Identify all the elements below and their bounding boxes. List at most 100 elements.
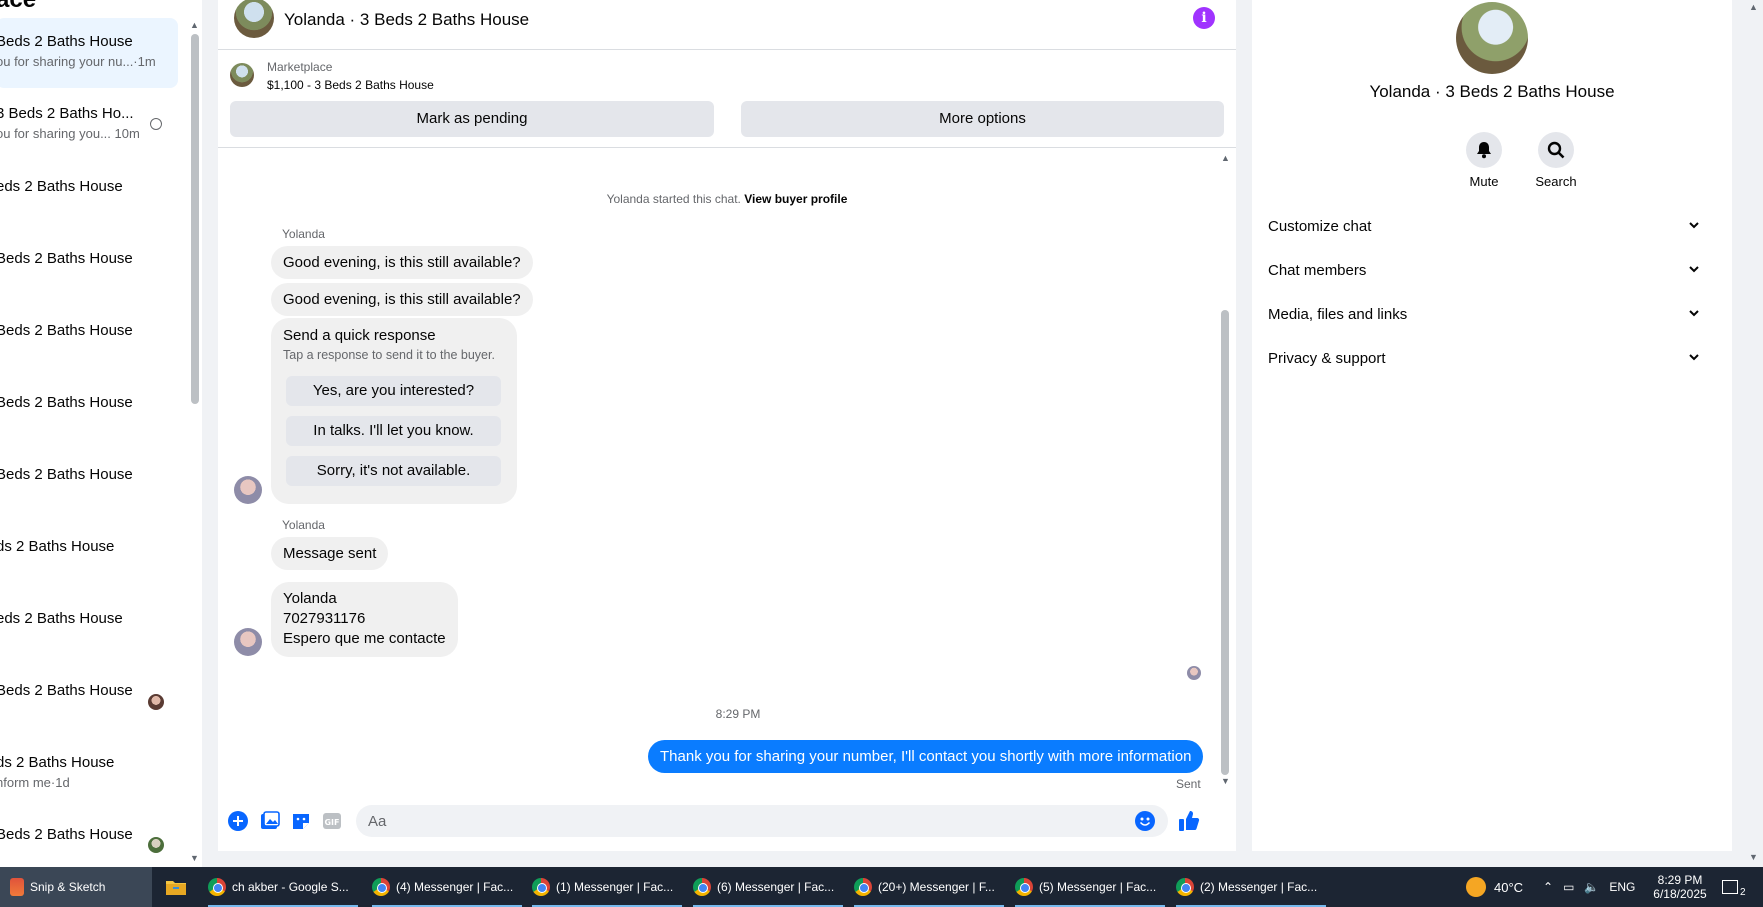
list-heading: ace	[0, 0, 36, 14]
conversation-item[interactable]: eds 2 Baths House	[0, 594, 178, 664]
page-scroll-up-icon[interactable]: ▲	[1749, 2, 1758, 12]
language-indicator[interactable]: ENG	[1609, 880, 1635, 894]
taskbar-label: (4) Messenger | Fac...	[396, 880, 514, 894]
conversation-title: Beds 2 Baths House	[0, 466, 133, 483]
delivery-status: Sent	[1176, 777, 1201, 791]
chevron-down-icon	[1688, 262, 1700, 279]
conversation-item[interactable]: Beds 2 Baths House	[0, 666, 178, 736]
gif-icon[interactable]: GIF	[321, 810, 343, 832]
quick-response-not-available-button[interactable]: Sorry, it's not available.	[286, 456, 501, 486]
file-explorer-icon[interactable]	[166, 867, 188, 907]
notification-center[interactable]: 2	[1722, 867, 1746, 907]
conversation-title: eds 2 Baths House	[0, 610, 123, 627]
conversation-snippet: ou for sharing your nu...·1m	[0, 54, 156, 69]
conversation-title: 3 Beds 2 Baths Ho...	[0, 105, 134, 122]
contact-message-line: Espero que me contacte	[283, 630, 446, 647]
taskbar-chrome-window[interactable]: (4) Messenger | Fac...	[372, 867, 522, 907]
conversation-item[interactable]: Beds 2 Baths House	[0, 450, 178, 520]
chat-scroll-down-icon[interactable]: ▼	[1221, 776, 1230, 786]
listing-price-title[interactable]: $1,100 - 3 Beds 2 Baths House	[267, 78, 434, 92]
chrome-icon	[1176, 878, 1194, 896]
accordion-customize-chat[interactable]: Customize chat	[1268, 208, 1716, 248]
search-icon	[1538, 132, 1574, 168]
conversation-title: ds 2 Baths House	[0, 754, 115, 771]
sender-name: Yolanda	[282, 227, 325, 241]
chat-title[interactable]: Yolanda · 3 Beds 2 Baths House	[284, 10, 529, 30]
listing-thumbnail[interactable]	[230, 63, 254, 87]
plus-icon[interactable]	[227, 810, 249, 832]
clock[interactable]: 8:29 PM 6/18/2025	[1645, 867, 1715, 907]
more-options-button[interactable]: More options	[741, 101, 1224, 137]
sender-avatar[interactable]	[234, 476, 262, 504]
network-icon[interactable]: ▭	[1563, 880, 1574, 894]
clock-date: 6/18/2025	[1653, 887, 1707, 901]
conversation-item[interactable]: 3 Beds 2 Baths Ho... ou for sharing you.…	[0, 90, 178, 160]
listing-profile-photo[interactable]	[1456, 2, 1528, 74]
taskbar-chrome-window[interactable]: (2) Messenger | Fac...	[1176, 867, 1326, 907]
quick-response-title: Send a quick response	[283, 327, 436, 344]
conversation-item[interactable]: ds 2 Baths House nform me·1d	[0, 738, 178, 808]
taskbar-chrome-window[interactable]: (20+) Messenger | F...	[854, 867, 1004, 907]
mark-as-pending-button[interactable]: Mark as pending	[230, 101, 714, 137]
weather-widget[interactable]: 40°C	[1466, 867, 1523, 907]
page-scroll-down-icon[interactable]: ▼	[1749, 852, 1758, 862]
chevron-up-icon[interactable]: ⌃	[1543, 880, 1553, 894]
accordion-chat-members[interactable]: Chat members	[1268, 252, 1716, 292]
like-icon[interactable]	[1178, 810, 1200, 832]
chat-scroll-up-icon[interactable]: ▲	[1221, 153, 1230, 163]
conversation-item[interactable]: eds 2 Baths House	[0, 162, 178, 232]
conversation-item[interactable]: Beds 2 Baths House	[0, 378, 178, 448]
list-scrollbar[interactable]	[191, 34, 199, 404]
temperature: 40°C	[1494, 879, 1524, 895]
chat-scrollbar[interactable]	[1221, 310, 1229, 775]
conversation-title: Beds 2 Baths House	[0, 250, 133, 267]
conversation-title: ds 2 Baths House	[0, 538, 115, 555]
info-icon[interactable]: i	[1193, 7, 1215, 29]
section-label: Privacy & support	[1268, 350, 1386, 367]
sticker-icon[interactable]	[290, 810, 312, 832]
conversation-list: ace Beds 2 Baths House ou for sharing yo…	[0, 0, 202, 867]
accordion-media-files-links[interactable]: Media, files and links	[1268, 296, 1716, 336]
quick-response-in-talks-button[interactable]: In talks. I'll let you know.	[286, 416, 501, 446]
message-timestamp: 8:29 PM	[715, 707, 761, 721]
accordion-privacy-support[interactable]: Privacy & support	[1268, 340, 1716, 380]
snip-sketch-icon	[10, 878, 24, 896]
conversation-item[interactable]: Beds 2 Baths House	[0, 306, 178, 376]
windows-taskbar: Snip & Sketch ch akber - Google S... (4)…	[0, 867, 1763, 907]
emoji-icon[interactable]	[1134, 810, 1156, 832]
taskbar-label: (5) Messenger | Fac...	[1039, 880, 1157, 894]
sun-icon	[1466, 877, 1486, 897]
conversation-title: Beds 2 Baths House	[0, 682, 133, 699]
volume-icon[interactable]: 🔈	[1584, 880, 1599, 894]
mute-button[interactable]: Mute	[1454, 132, 1514, 189]
notification-count: 2	[1740, 886, 1746, 898]
scroll-down-arrow-icon[interactable]: ▼	[190, 853, 199, 863]
message-input[interactable]	[356, 805, 1168, 837]
search-button[interactable]: Search	[1526, 132, 1586, 189]
chat-info-panel: Yolanda · 3 Beds 2 Baths House Mute Sear…	[1252, 0, 1732, 851]
taskbar-snip-sketch[interactable]: Snip & Sketch	[0, 867, 152, 907]
taskbar-chrome-window[interactable]: ch akber - Google S...	[208, 867, 358, 907]
started-text: Yolanda started this chat.	[606, 192, 741, 206]
conversation-snippet: ou for sharing you... 10m	[0, 126, 140, 141]
quick-response-yes-button[interactable]: Yes, are you interested?	[286, 376, 501, 406]
view-buyer-profile-link[interactable]: View buyer profile	[744, 192, 847, 206]
sender-avatar[interactable]	[234, 628, 262, 656]
conversation-item[interactable]: Beds 2 Baths House	[0, 810, 178, 867]
page-scrollbar[interactable]: ▲ ▼	[1744, 0, 1763, 867]
chrome-icon	[693, 878, 711, 896]
listing-avatar[interactable]	[234, 0, 274, 38]
conversation-item[interactable]: Beds 2 Baths House ou for sharing your n…	[0, 18, 178, 88]
taskbar-chrome-window[interactable]: (5) Messenger | Fac...	[1015, 867, 1165, 907]
taskbar-chrome-window[interactable]: (6) Messenger | Fac...	[693, 867, 843, 907]
marketplace-listing-bar: Marketplace $1,100 - 3 Beds 2 Baths Hous…	[218, 51, 1236, 148]
chevron-down-icon	[1688, 350, 1700, 367]
chat-started-note: Yolanda started this chat. View buyer pr…	[218, 192, 1236, 206]
conversation-item[interactable]: ds 2 Baths House	[0, 522, 178, 592]
outgoing-message: Thank you for sharing your number, I'll …	[648, 740, 1204, 773]
conversation-item[interactable]: Beds 2 Baths House	[0, 234, 178, 304]
incoming-message: Good evening, is this still available?	[271, 283, 533, 316]
scroll-up-arrow-icon[interactable]: ▲	[190, 20, 199, 30]
taskbar-chrome-window[interactable]: (1) Messenger | Fac...	[532, 867, 682, 907]
photo-icon[interactable]	[259, 810, 281, 832]
